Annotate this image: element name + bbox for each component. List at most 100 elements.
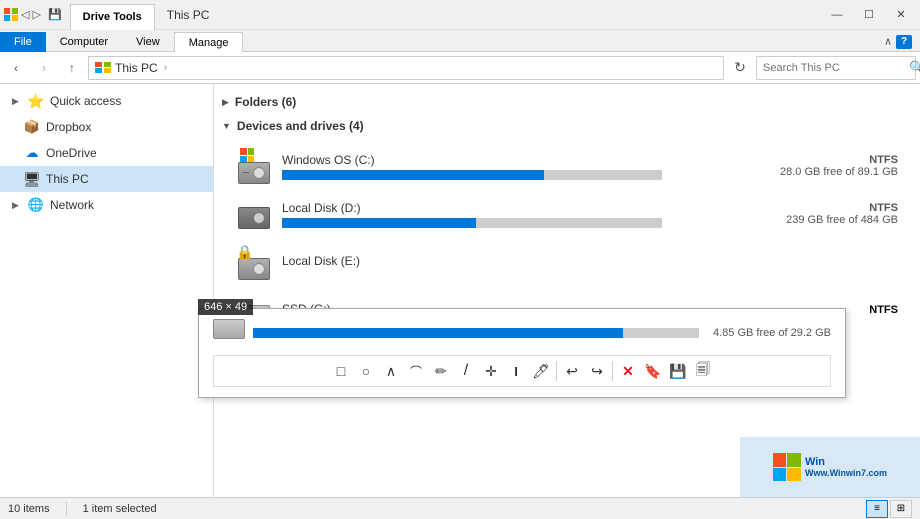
maximize-button[interactable]: ☐ (854, 5, 884, 25)
sidebar-item-network[interactable]: ▶ 🌐 Network (0, 192, 213, 218)
drive-c-info: Windows OS (C:) (282, 153, 728, 180)
text-tool[interactable]: I (504, 359, 528, 383)
details-view-btn[interactable]: ≡ (866, 500, 888, 518)
drive-d-name: Local Disk (D:) (282, 201, 728, 215)
drive-tools-tab[interactable]: Drive Tools (70, 4, 155, 30)
ribbon-collapse-btn[interactable]: ∧ (884, 35, 892, 48)
drive-c-icon (236, 148, 272, 184)
annotation-drive-stats: 4.85 GB free of 29.2 GB (703, 327, 831, 339)
titlebar: ◁ ▷ 💾 Drive Tools This PC — ☐ ✕ (0, 0, 920, 30)
folders-section-title: Folders (6) (235, 95, 296, 109)
search-icon[interactable]: 🔍 (909, 60, 920, 76)
annotation-drive-icon (213, 319, 249, 347)
back-button[interactable]: ‹ (4, 56, 28, 80)
pencil-tool[interactable]: ✏ (429, 359, 453, 383)
rect-tool[interactable]: □ (329, 359, 353, 383)
ribbon-tab-manage[interactable]: Manage (174, 32, 244, 52)
minimize-button[interactable]: — (822, 5, 852, 25)
address-chevron: › (164, 62, 167, 73)
copy-tool[interactable]: 🗐 (691, 359, 715, 383)
help-icon[interactable]: ? (896, 35, 912, 49)
save-title-icon[interactable]: 💾 (48, 8, 62, 21)
drive-e-icon: 🔒 (236, 244, 272, 280)
watermark: Win Www.Winwin7.com (740, 437, 920, 497)
drive-item-e[interactable]: 🔒 Local Disk (E:) (230, 238, 904, 286)
search-input[interactable] (763, 62, 905, 74)
ribbon-tab-view[interactable]: View (122, 32, 174, 52)
sidebar-item-onedrive[interactable]: ☁ OneDrive (0, 140, 213, 166)
close-annotation-tool[interactable]: ✕ (616, 359, 640, 383)
drive-item-d[interactable]: Local Disk (D:) NTFS 239 GB free of 484 … (230, 190, 904, 238)
sidebar-item-quick-access[interactable]: ▶ ⭐ Quick access (0, 88, 213, 114)
this-pc-icon: 🖥 (24, 171, 40, 187)
bookmark-tool[interactable]: 🔖 (641, 359, 665, 383)
drive-c-stats: NTFS 28.0 GB free of 89.1 GB (738, 154, 898, 178)
address-box[interactable]: This PC › (88, 56, 724, 80)
up-button[interactable]: ↑ (60, 56, 84, 80)
quick-access-icon (4, 8, 18, 22)
drive-d-progress-fill (282, 218, 476, 228)
search-box[interactable]: 🔍 (756, 56, 916, 80)
refresh-button[interactable]: ↻ (728, 56, 752, 80)
address-pc-icon (95, 62, 111, 74)
drives-section-title: Devices and drives (4) (237, 119, 364, 133)
ribbon-tabs: File Computer View Manage ∧ ? (0, 30, 920, 52)
marker-tool[interactable]: 🖊 (529, 359, 553, 383)
drive-e-name: Local Disk (E:) (282, 254, 728, 268)
undo-icon[interactable]: ◁ (21, 8, 29, 21)
address-path: This PC (115, 61, 158, 75)
content-area: ▶ Folders (6) ▼ Devices and drives (4) (214, 84, 920, 497)
annotation-toolbar: □ ○ ∧ ⌒ ✏ / ✛ I 🖊 ↩ ↪ ✕ 🔖 💾 🗐 (213, 355, 831, 387)
drive-c-free: 28.0 GB free of 89.1 GB (748, 166, 898, 178)
drive-c-progress-bg (282, 170, 662, 180)
drive-d-free: 239 GB free of 484 GB (748, 214, 898, 226)
window-title: This PC (167, 8, 210, 22)
drive-d-stats: NTFS 239 GB free of 484 GB (738, 202, 898, 226)
dropbox-icon: 📦 (24, 119, 40, 135)
toolbar-sep-1 (556, 361, 557, 381)
arc-tool[interactable]: ⌒ (404, 359, 428, 383)
dimension-text: 646 × 49 (204, 301, 247, 313)
address-bar: ‹ › ↑ This PC › ↻ 🔍 (0, 52, 920, 84)
drive-c-name: Windows OS (C:) (282, 153, 728, 167)
drive-g-fs: NTFS (848, 304, 898, 316)
drive-item-c[interactable]: Windows OS (C:) NTFS 28.0 GB free of 89.… (230, 142, 904, 190)
toolbar-sep-2 (612, 361, 613, 381)
arrow-tool[interactable]: ∧ (379, 359, 403, 383)
ellipse-tool[interactable]: ○ (354, 359, 378, 383)
redo-icon[interactable]: ▷ (32, 8, 40, 21)
ribbon-tab-computer[interactable]: Computer (46, 32, 122, 52)
sidebar-item-this-pc[interactable]: 🖥 This PC (0, 166, 213, 192)
main-layout: ▶ ⭐ Quick access 📦 Dropbox ☁ OneDrive 🖥 … (0, 84, 920, 497)
crosshair-tool[interactable]: ✛ (479, 359, 503, 383)
dropbox-label: Dropbox (46, 120, 91, 134)
save-annotation-tool[interactable]: 💾 (666, 359, 690, 383)
drives-section-header[interactable]: ▼ Devices and drives (4) (214, 114, 920, 138)
folders-toggle-icon: ▶ (222, 97, 229, 108)
close-button[interactable]: ✕ (886, 5, 916, 25)
redo-tool[interactable]: ↪ (585, 359, 609, 383)
statusbar-sep (66, 502, 67, 516)
sidebar-item-dropbox[interactable]: 📦 Dropbox (0, 114, 213, 140)
drive-e-info: Local Disk (E:) (282, 254, 728, 271)
ribbon-tab-file[interactable]: File (0, 32, 46, 52)
undo-tool[interactable]: ↩ (560, 359, 584, 383)
watermark-line1: Win Www.Winwin7.com (805, 456, 887, 478)
tiles-view-btn[interactable]: ⊞ (890, 500, 912, 518)
annotation-bar-bg (253, 328, 699, 338)
annotation-bar-fill (253, 328, 623, 338)
folders-section-header[interactable]: ▶ Folders (6) (214, 90, 920, 114)
network-icon: 🌐 (28, 197, 44, 213)
quick-access-icon: ⭐ (28, 93, 44, 109)
drive-d-info: Local Disk (D:) (282, 201, 728, 228)
window-controls: — ☐ ✕ (822, 5, 916, 25)
win-logo-watermark (773, 453, 801, 481)
line-tool[interactable]: / (454, 359, 478, 383)
drive-d-progress-bg (282, 218, 662, 228)
annotation-drive-row: 4.85 GB free of 29.2 GB (213, 319, 831, 347)
network-chevron: ▶ (12, 200, 22, 211)
drive-c-fs: NTFS (748, 154, 898, 166)
items-count: 10 items (8, 503, 50, 515)
forward-button[interactable]: › (32, 56, 56, 80)
onedrive-icon: ☁ (24, 145, 40, 161)
